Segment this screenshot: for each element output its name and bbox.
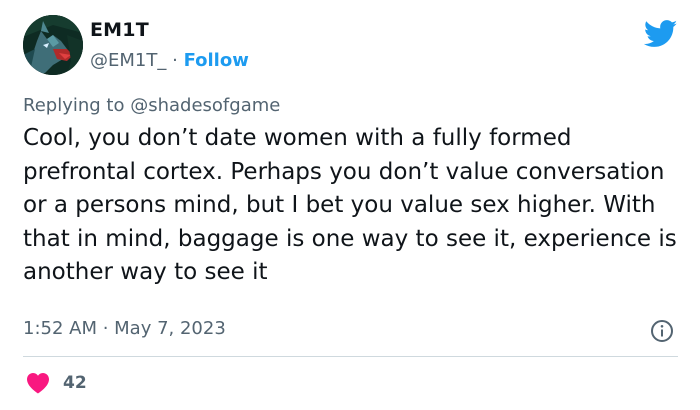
author-name[interactable]: EM1T [90,19,149,41]
tweet-text: Cool, you don’t date women with a fully … [23,125,677,285]
like-count: 42 [63,373,87,393]
separator-dot: · [172,50,178,71]
twitter-bird-icon[interactable] [644,20,678,48]
replying-prefix: Replying to [23,95,125,116]
wolf-avatar-icon [23,15,83,75]
author-handle-row: @EM1T_ · Follow [90,50,249,71]
heart-icon[interactable] [26,372,50,394]
follow-button[interactable]: Follow [184,50,249,71]
divider [23,356,678,357]
avatar[interactable] [23,15,83,75]
info-icon[interactable] [650,319,674,343]
tweet-card: EM1T @EM1T_ · Follow Replying to @shades… [0,0,700,410]
replying-to: Replying to @shadesofgame [23,95,280,116]
author-handle[interactable]: @EM1T_ [90,50,166,71]
reply-mention-link[interactable]: @shadesofgame [130,95,280,116]
tweet-timestamp[interactable]: 1:52 AM · May 7, 2023 [23,318,226,339]
